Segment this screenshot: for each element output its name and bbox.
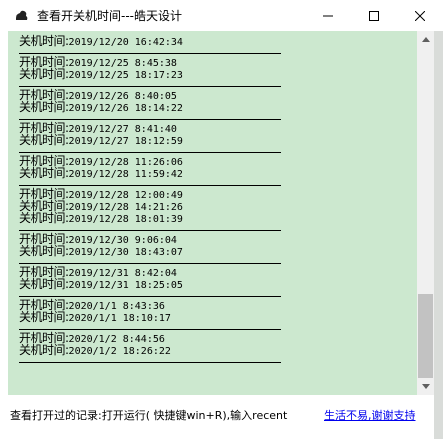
time-label: 关机时间:: [19, 133, 69, 147]
chevron-up-icon: [421, 37, 430, 42]
time-value: 2019/12/26 18:14:22: [68, 103, 183, 114]
time-label: 关机时间:: [19, 244, 69, 258]
time-value: 2019/12/31 18:25:05: [68, 280, 183, 291]
time-line: 关机时间:2020/1/1 18:10:17: [19, 310, 281, 324]
time-value: 2019/12/30 18:43:07: [68, 247, 183, 258]
record-entry: 开机时间:2019/12/28 11:26:06 关机时间:2019/12/28 …: [19, 155, 281, 186]
time-label: 关机时间:: [19, 277, 69, 291]
scroll-up-button[interactable]: [417, 31, 434, 48]
time-label: 关机时间:: [19, 166, 69, 180]
app-icon: [16, 10, 28, 20]
minimize-button[interactable]: [305, 0, 351, 31]
time-line: 关机时间:2019/12/20 16:42:34: [19, 34, 281, 48]
vertical-scrollbar[interactable]: [417, 31, 434, 395]
record-entry: 开机时间:2019/12/31 8:42:04 关机时间:2019/12/31 1…: [19, 266, 281, 297]
footer-bar: 查看打开过的记录:打开运行( 快捷键win+R),输入recent 生活不易,谢…: [0, 395, 434, 429]
time-value: 2019/12/28 11:59:42: [68, 169, 183, 180]
window-title: 查看开关机时间---皓天设计: [37, 9, 182, 23]
record-entry: 开机时间:2020/1/1 8:43:36 关机时间:2020/1/1 18:10…: [19, 299, 281, 330]
time-line: 关机时间:2019/12/28 11:59:42: [19, 166, 281, 180]
close-button[interactable]: [397, 0, 443, 31]
maximize-button[interactable]: [351, 0, 397, 31]
time-label: 关机时间:: [19, 310, 69, 324]
time-label: 关机时间:: [19, 67, 69, 81]
time-line: 关机时间:2020/1/2 18:26:22: [19, 343, 281, 357]
time-value: 2019/12/20 16:42:34: [68, 37, 183, 48]
time-value: 2020/1/2 18:26:22: [68, 346, 171, 357]
time-line: 关机时间:2019/12/31 18:25:05: [19, 277, 281, 291]
recent-hint-text: 查看打开过的记录:打开运行( 快捷键win+R),输入recent: [10, 409, 288, 422]
chevron-down-icon: [421, 384, 430, 389]
scrollbar-thumb[interactable]: [418, 294, 433, 378]
time-value: 2019/12/28 18:01:39: [68, 214, 183, 225]
record-entry: 开机时间:2019/12/28 12:00:49 关机时间:2019/12/28 …: [19, 188, 281, 231]
record-entry: 开机时间:2019/12/26 8:40:05 关机时间:2019/12/26 1…: [19, 89, 281, 120]
close-icon: [415, 10, 425, 21]
time-label: 关机时间:: [19, 211, 69, 225]
time-label: 关机时间:: [19, 343, 69, 357]
title-bar: 查看开关机时间---皓天设计: [0, 0, 443, 31]
record-entry: 开机时间:2019/12/27 8:41:40 关机时间:2019/12/27 1…: [19, 122, 281, 153]
maximize-icon: [369, 10, 379, 21]
time-label: 关机时间:: [19, 100, 69, 114]
records-panel[interactable]: 关机时间:2019/12/20 16:42:34 开机时间:2019/12/25 …: [8, 31, 417, 395]
record-entry: 关机时间:2019/12/20 16:42:34: [19, 35, 281, 54]
time-line: 关机时间:2019/12/25 18:17:23: [19, 67, 281, 81]
window-bottom-edge: [0, 429, 434, 439]
minimize-icon: [323, 15, 333, 16]
record-entry: 开机时间:2020/1/2 8:44:56 关机时间:2020/1/2 18:26…: [19, 332, 281, 363]
time-value: 2019/12/25 18:17:23: [68, 70, 183, 81]
time-label: 关机时间:: [19, 34, 69, 48]
time-value: 2019/12/27 18:12:59: [68, 136, 183, 147]
record-entry: 开机时间:2019/12/30 9:06:04 关机时间:2019/12/30 1…: [19, 233, 281, 264]
support-link[interactable]: 生活不易,谢谢支持: [324, 407, 416, 423]
time-value: 2020/1/1 18:10:17: [68, 313, 171, 324]
scroll-down-button[interactable]: [417, 378, 434, 395]
time-line: 关机时间:2019/12/30 18:43:07: [19, 244, 281, 258]
record-entry: 开机时间:2019/12/25 8:45:38 关机时间:2019/12/25 1…: [19, 56, 281, 87]
time-line: 关机时间:2019/12/27 18:12:59: [19, 133, 281, 147]
background-strip: [434, 31, 443, 439]
records-list: 关机时间:2019/12/20 16:42:34 开机时间:2019/12/25 …: [19, 35, 281, 365]
time-line: 关机时间:2019/12/26 18:14:22: [19, 100, 281, 114]
time-line: 关机时间:2019/12/28 18:01:39: [19, 211, 281, 225]
